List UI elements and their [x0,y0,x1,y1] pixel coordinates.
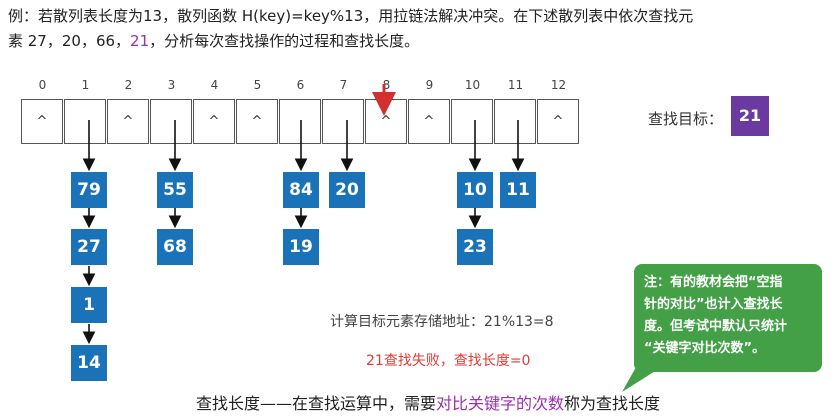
chain-node-27: 27 [71,229,107,265]
chain-node-79: 79 [71,172,107,208]
note-line-3: 度。但考试中默认只统计 [644,319,788,334]
note-line-1: 注：有的教材会把“空指 [644,275,783,290]
chain-node-14: 14 [71,345,107,381]
search-result: 21查找失败，查找长度=0 [366,353,531,369]
chain-node-11: 11 [500,172,536,208]
note-bubble: 注：有的教材会把“空指 针的对比”也计入查找长 度。但考试中默认只统计 “关键字… [634,264,822,372]
search-target-value: 21 [731,96,769,136]
chain-node-84: 84 [283,172,319,208]
chain-node-68: 68 [157,229,193,265]
chain-node-55: 55 [157,172,193,208]
chain-node-20: 20 [329,172,365,208]
note-line-2: 针的对比”也计入查找长 [644,297,783,312]
chain-node-10: 10 [457,172,493,208]
chain-node-19: 19 [283,229,319,265]
definition-pre: 查找长度——在查找运算中，需要 [196,394,437,413]
chain-node-1: 1 [71,287,107,323]
search-target-label: 查找目标： [648,110,724,128]
definition-emphasis: 对比关键字的次数 [436,394,565,413]
address-calculation: 计算目标元素存储地址：21%13=8 [330,314,554,330]
note-line-4: “关键字对比次数”。 [644,341,766,356]
definition-post: 称为查找长度 [564,394,661,413]
definition-text: 查找长度——在查找运算中，需要对比关键字的次数称为查找长度 [196,390,660,414]
chain-node-23: 23 [457,229,493,265]
